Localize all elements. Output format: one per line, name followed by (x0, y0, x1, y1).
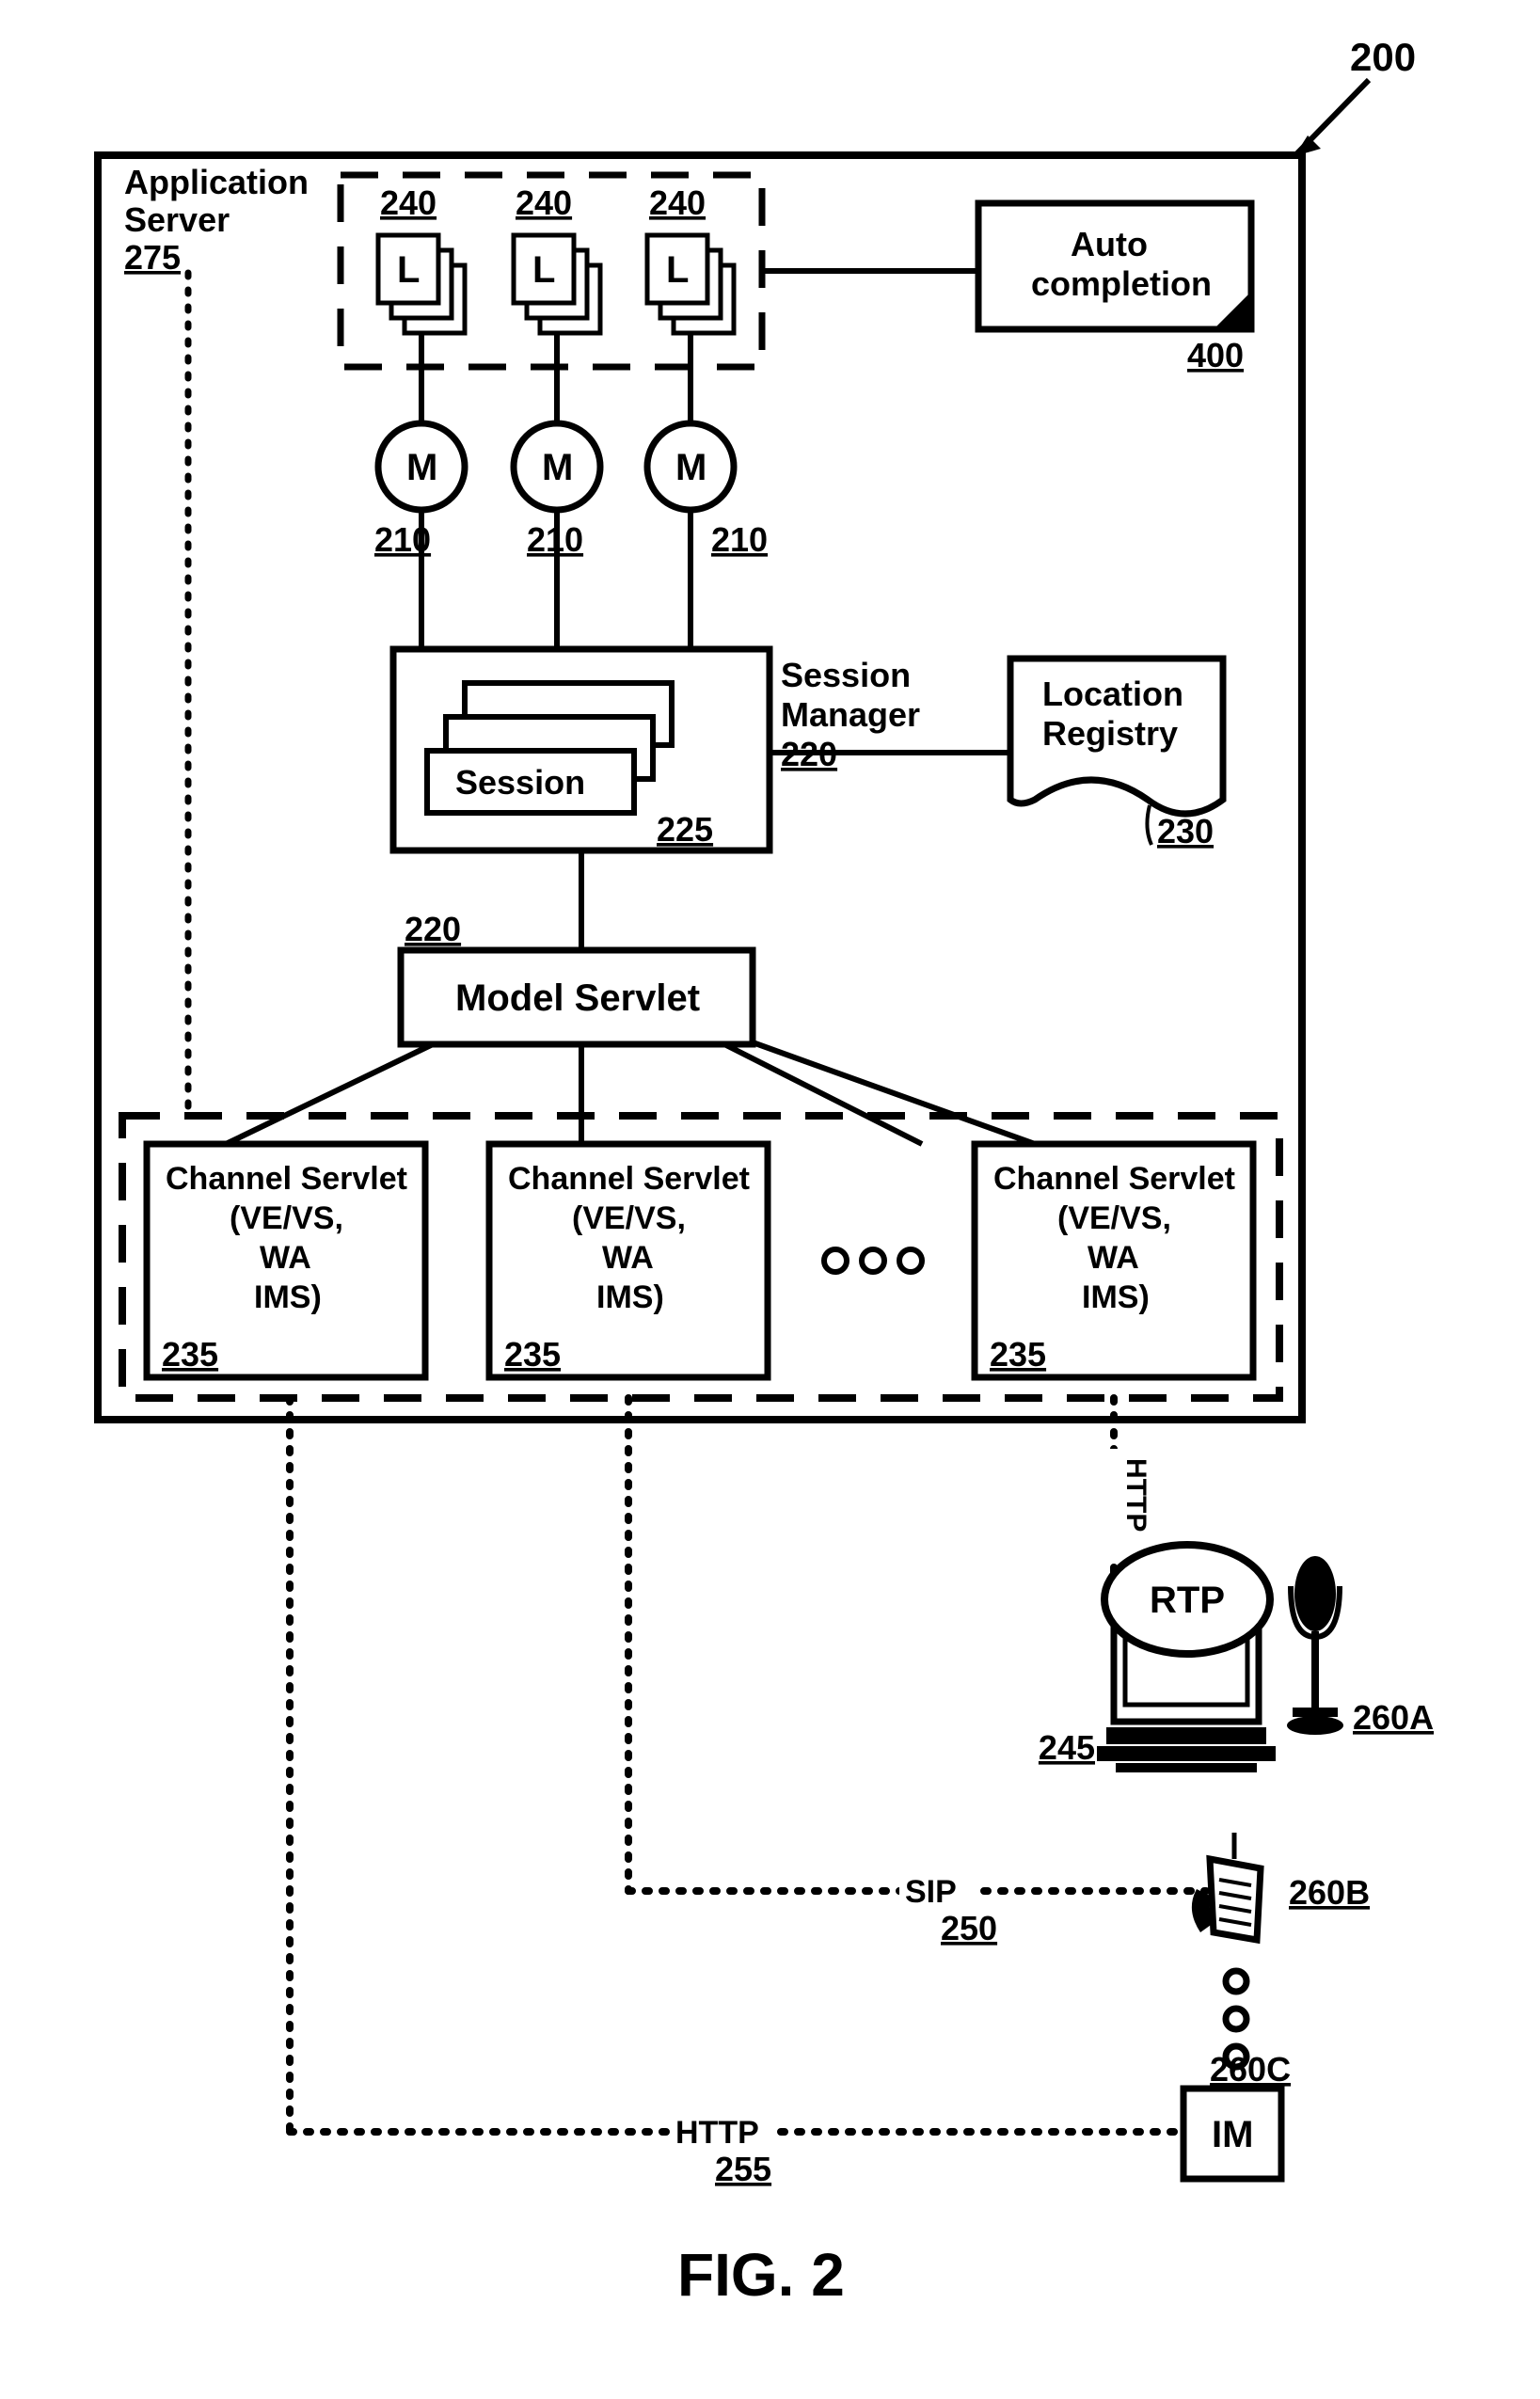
channel-servlet-3: Channel Servlet (VE/VS, WA IMS) 235 (975, 1144, 1253, 1377)
auto-completion-box: Auto completion 400 (978, 203, 1251, 374)
cs2-l4: IMS) (596, 1279, 664, 1315)
listener-label-2: L (532, 249, 555, 291)
cs3-ref: 235 (990, 1335, 1046, 1374)
model-circle-2: M 210 (514, 423, 600, 559)
m-label-1: M (406, 447, 437, 488)
channel-servlet-1: Channel Servlet (VE/VS, WA IMS) 235 (147, 1144, 425, 1377)
listener-group-2: 240 L (514, 183, 600, 333)
auto-completion-l2: completion (1031, 264, 1212, 303)
listener-label-3: L (666, 249, 689, 291)
m-ref-2: 210 (527, 520, 583, 559)
location-registry-l1: Location (1042, 675, 1183, 713)
cs1-l1: Channel Servlet (166, 1161, 407, 1197)
listener-group-3: 240 L (647, 183, 734, 333)
ref-above-model-servlet: 220 (405, 910, 461, 948)
app-server-title-1: Application (124, 163, 309, 201)
rtp-label: RTP (1150, 1580, 1225, 1621)
ref-260C: 260C (1210, 2050, 1291, 2089)
cs1-l4: IMS) (254, 1279, 322, 1315)
sip-label: SIP (905, 1874, 957, 1910)
figure-caption: FIG. 2 (677, 2241, 845, 2309)
session-ref: 225 (657, 810, 713, 849)
listener-ref-2: 240 (516, 183, 572, 222)
m-label-3: M (675, 447, 706, 488)
channel-servlet-2: Channel Servlet (VE/VS, WA IMS) 235 (489, 1144, 768, 1377)
listener-ref-3: 240 (649, 183, 706, 222)
session-manager-l1: Session (781, 656, 911, 694)
m-ref-3: 210 (711, 520, 768, 559)
cs1-ref: 235 (162, 1335, 218, 1374)
location-registry-l2: Registry (1042, 714, 1178, 753)
app-server-title-2: Server (124, 200, 230, 239)
computer-icon: RTP (1097, 1545, 1276, 1772)
phone-icon (1192, 1833, 1261, 1940)
ref-200-arrow: 200 (1294, 35, 1416, 156)
cs3-l1: Channel Servlet (993, 1161, 1235, 1197)
diagram-root: 200 Application Server 275 240 L 240 L 2… (0, 0, 1540, 2399)
ellipsis-channels-icon (824, 1249, 922, 1272)
ref-260A: 260A (1353, 1698, 1434, 1737)
ref-255: 255 (715, 2150, 771, 2188)
cs1-l2: (VE/VS, (230, 1200, 343, 1236)
auto-completion-ref: 400 (1187, 336, 1244, 374)
model-circle-1: M 210 (374, 423, 465, 559)
app-server-ref: 275 (124, 238, 181, 277)
listener-label-1: L (397, 249, 420, 291)
ref-245: 245 (1039, 1728, 1095, 1767)
ref-200: 200 (1350, 35, 1416, 79)
m-label-2: M (542, 447, 573, 488)
cs2-l2: (VE/VS, (572, 1200, 686, 1236)
cs3-l3: WA (1088, 1240, 1139, 1276)
ref-260B: 260B (1289, 1873, 1370, 1912)
http-label-vert: HTTP (1120, 1458, 1151, 1532)
cs1-l3: WA (260, 1240, 311, 1276)
http-label-horiz: HTTP (675, 2115, 759, 2151)
microphone-icon (1287, 1556, 1343, 1735)
cs3-l4: IMS) (1082, 1279, 1150, 1315)
session-label: Session (455, 763, 585, 802)
m-ref-1: 210 (374, 520, 431, 559)
cs3-l2: (VE/VS, (1057, 1200, 1171, 1236)
listener-group-1: 240 L (378, 183, 465, 333)
im-label: IM (1212, 2114, 1253, 2155)
ref-250: 250 (941, 1909, 997, 1947)
model-circle-3: M 210 (647, 423, 768, 559)
cs2-l1: Channel Servlet (508, 1161, 750, 1197)
cs2-l3: WA (602, 1240, 654, 1276)
listener-ref-1: 240 (380, 183, 437, 222)
session-manager-l2: Manager (781, 695, 920, 734)
cs2-ref: 235 (504, 1335, 561, 1374)
auto-completion-l1: Auto (1071, 225, 1148, 263)
model-servlet-label: Model Servlet (455, 977, 700, 1019)
location-registry-ref: 230 (1157, 812, 1214, 850)
